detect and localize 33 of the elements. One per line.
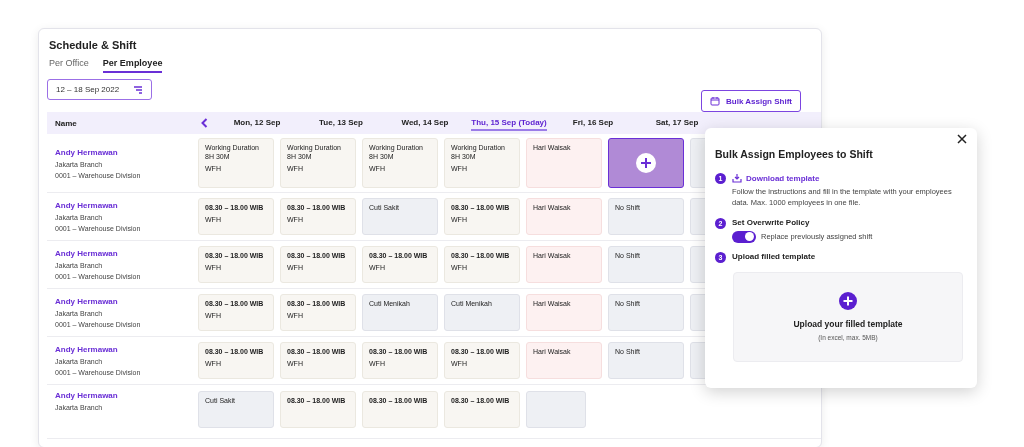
calendar-icon [710, 96, 721, 106]
page-title: Schedule & Shift [48, 39, 138, 51]
shift-cell[interactable] [526, 391, 586, 428]
day-header[interactable]: Wed, 14 Sep [401, 115, 449, 131]
close-icon[interactable] [957, 134, 967, 144]
day-header[interactable]: Tue, 13 Sep [319, 115, 363, 131]
filter-icon [133, 85, 144, 94]
download-template-link[interactable]: Download template [732, 173, 963, 183]
tab[interactable]: Per Office [49, 56, 89, 73]
bulk-assign-button[interactable]: Bulk Assign Shift [701, 90, 801, 112]
toggle-switch[interactable] [732, 230, 756, 243]
employee-name-link[interactable]: Andy Hermawan [55, 249, 195, 258]
employee-name-link[interactable]: Andy Hermawan [55, 147, 195, 157]
employee-name-link[interactable]: Andy Hermawan [55, 391, 195, 400]
day-header[interactable]: Mon, 12 Sep [233, 115, 281, 131]
day-header[interactable]: Sat, 17 Sep [655, 115, 699, 131]
step-label: Upload filled template [732, 251, 816, 261]
upload-title: Upload your filled template [793, 319, 903, 330]
add-shift-cell[interactable] [608, 138, 684, 188]
day-header[interactable]: Fri, 16 Sep [572, 115, 614, 131]
employee-name-link[interactable]: Andy Hermawan [55, 345, 195, 354]
plus-icon [636, 153, 656, 173]
tab[interactable]: Per Employee [102, 56, 163, 73]
employee-name-link[interactable]: Andy Hermawan [55, 297, 195, 306]
step-label: Set Overwrite Policy [732, 217, 811, 227]
employee-name-link[interactable]: Andy Hermawan [55, 201, 195, 210]
date-filter[interactable]: 12 – 18 Sep 2022 [47, 79, 153, 100]
day-header[interactable]: Thu, 15 Sep (Today) [471, 115, 547, 131]
chevron-left-icon[interactable] [201, 118, 208, 128]
column-header: Name [55, 118, 78, 128]
dialog-title: Bulk Assign Employees to Shift [715, 148, 874, 160]
plus-icon [839, 292, 857, 311]
download-icon [732, 173, 742, 183]
